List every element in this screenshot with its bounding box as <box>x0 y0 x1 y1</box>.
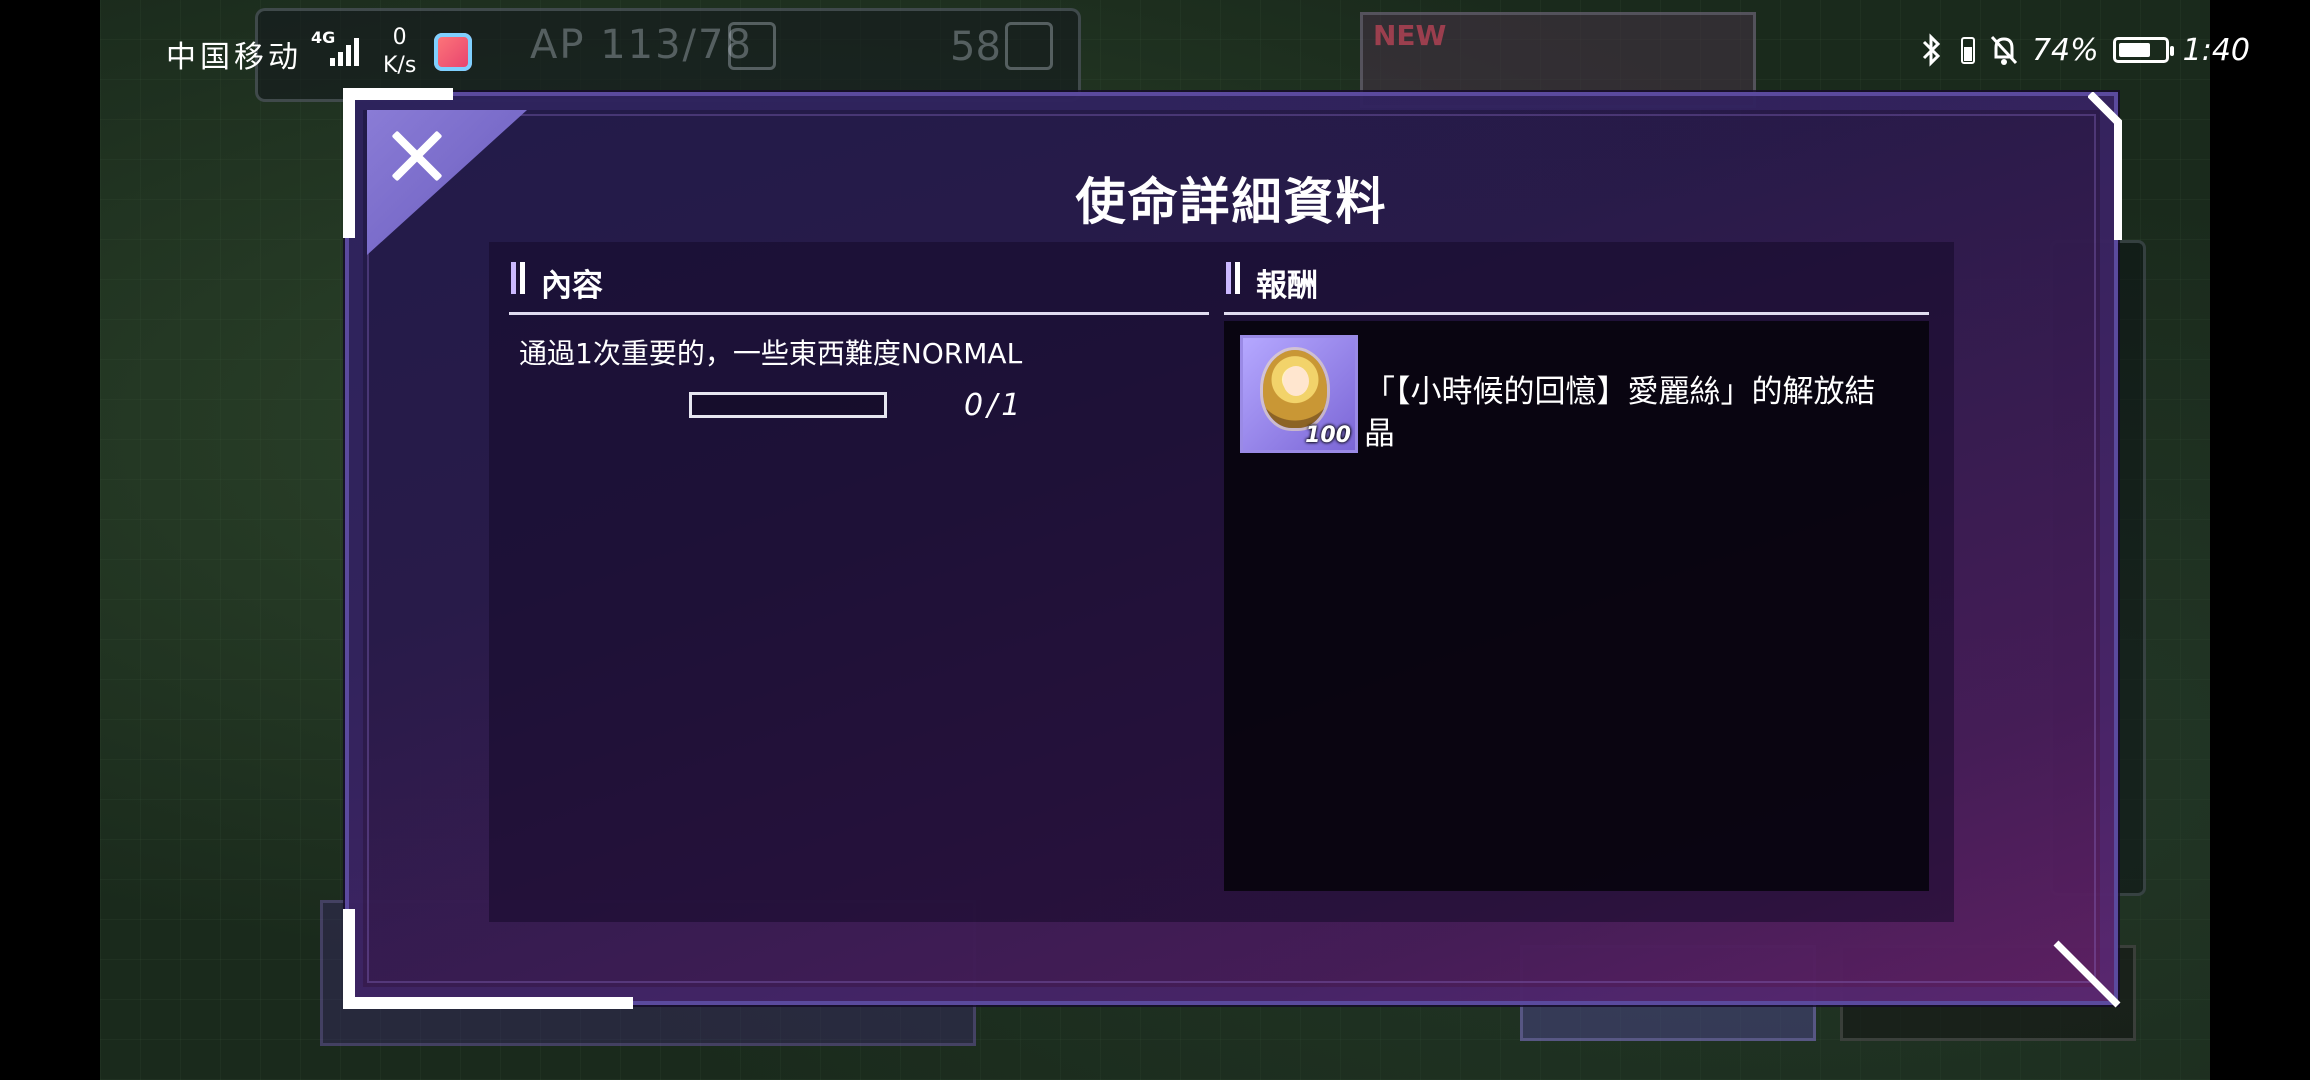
clock: 1:40 <box>2182 32 2250 68</box>
dialog-content-area: 內容 通過1次重要的，一些東西難度NORMAL 0/1 報酬 100 「【小時候… <box>489 242 1954 922</box>
battery-level-fill <box>2118 43 2150 57</box>
mission-description: 通過1次重要的，一些東西難度NORMAL <box>519 337 1023 370</box>
corner-decoration-top-left-h <box>343 88 453 100</box>
content-section: 內容 通過1次重要的，一些東西難度NORMAL 0/1 <box>509 242 1209 423</box>
battery-percent: 74% <box>2031 32 2099 68</box>
status-right-group: 74% 1:40 <box>1918 30 2250 70</box>
reward-section-header: 報酬 <box>1224 242 1929 315</box>
phone-battery-saver-icon <box>1960 37 1975 64</box>
network-speed-unit: K/s <box>383 53 417 78</box>
mission-progress-count: 0/1 <box>964 388 1025 423</box>
battery-icon <box>2112 37 2174 63</box>
letterbox-left <box>0 0 100 1080</box>
mission-progress-bar <box>689 392 887 418</box>
reward-section-title: 報酬 <box>1256 268 1318 304</box>
corner-decoration-bottom-left <box>343 909 355 1009</box>
network-speed: 0 K/s <box>383 24 416 80</box>
reward-list-panel: 100 「【小時候的回憶】愛麗絲」的解放結晶 <box>1224 321 1929 891</box>
signal-icon <box>330 36 362 66</box>
content-section-title: 內容 <box>541 268 603 304</box>
mission-detail-dialog: 使命詳細資料 內容 通過1次重要的，一些東西難度NORMAL 0/1 報酬 10… <box>343 88 2122 1009</box>
character-portrait-icon <box>1283 366 1309 396</box>
corner-decoration-bottom-left-h <box>343 997 633 1009</box>
network-speed-value: 0 <box>392 25 407 50</box>
bluetooth-icon <box>1922 33 1941 67</box>
section-marker-icon <box>511 262 525 294</box>
liberation-crystal-icon[interactable]: 100 <box>1240 335 1358 453</box>
app-notification-icon <box>434 33 472 71</box>
corner-decoration-bottom-right <box>2053 940 2121 1008</box>
status-bar: 中国移动 4G 0 K/s 74% 1:40 <box>0 0 2310 100</box>
reward-item[interactable]: 100 「【小時候的回憶】愛麗絲」的解放結晶 <box>1240 335 1920 465</box>
content-section-header: 內容 <box>509 242 1209 315</box>
reward-quantity: 100 <box>1305 423 1351 448</box>
letterbox-right <box>2210 0 2310 1080</box>
section-marker-icon <box>1226 262 1240 294</box>
reward-name: 「【小時候的回憶】愛麗絲」的解放結晶 <box>1364 374 1876 452</box>
dialog-title: 使命詳細資料 <box>1075 173 1388 231</box>
mute-bell-icon <box>1990 35 2018 65</box>
reward-section: 報酬 100 「【小時候的回憶】愛麗絲」的解放結晶 <box>1224 242 1929 891</box>
carrier-name: 中国移动 <box>166 40 302 75</box>
